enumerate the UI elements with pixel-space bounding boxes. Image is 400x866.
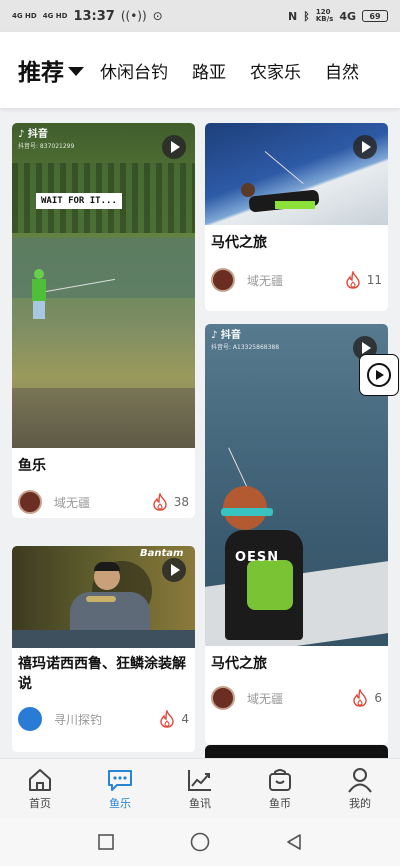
nav-me-label: 我的 [349,796,371,810]
back-triangle-icon[interactable] [284,832,304,852]
like-count[interactable]: 6 [352,689,382,707]
nav-fishcoin[interactable]: 鱼币 [240,759,320,818]
video-card-partial[interactable] [205,745,388,758]
avatar[interactable] [211,268,235,292]
video-thumbnail[interactable]: ♪ 抖音 抖音号: 837021299 WAIT FOR IT... [12,123,195,448]
watermark-id: 抖音号: 837021299 [18,143,75,150]
video-card[interactable]: Bantam 禧玛诺西西鲁、狂鳞涂装解说 寻川探钓 4 [12,546,195,752]
wallet-bag-icon[interactable] [266,767,294,793]
like-count[interactable]: 11 [345,271,382,289]
watermark-brand: 抖音 [27,129,48,140]
card-title[interactable]: 马代之旅 [205,654,388,674]
flame-icon[interactable] [152,493,168,511]
bottom-nav: 首页 鱼乐 鱼讯 鱼币 我的 [0,758,400,818]
author-name[interactable]: 域无疆 [247,272,283,289]
net-speed-unit: KB/s [315,15,334,23]
chat-bubble-icon[interactable] [106,767,134,793]
author-name[interactable]: 域无疆 [54,494,90,511]
nav-fishfun-label: 鱼乐 [109,796,131,810]
nav-home-label: 首页 [29,796,51,810]
video-card[interactable]: 马代之旅 域无疆 11 [205,123,388,311]
tab-farmhouse[interactable]: 农家乐 [250,58,301,83]
card-meta: 域无疆 6 [211,686,382,710]
avatar[interactable] [18,707,42,731]
author-name[interactable]: 域无疆 [247,690,283,707]
status-bar: 4G HD 4G HD 13:37 ((•)) ⊙ N ᛒ 120 KB/s 4… [0,0,400,32]
floating-play-button[interactable] [359,354,399,396]
play-icon[interactable] [162,558,186,582]
tab-nature[interactable]: 自然 [325,58,359,83]
battery-icon: 69 [362,10,388,22]
card-title[interactable]: 鱼乐 [12,456,195,476]
system-nav-bar [0,818,400,866]
caret-down-icon[interactable] [68,66,84,76]
tab-recommend[interactable]: 推荐 [18,53,84,87]
signal-2: 4G HD [42,12,68,20]
flame-icon[interactable] [345,271,361,289]
home-icon[interactable] [26,767,54,793]
nav-fishfun[interactable]: 鱼乐 [80,759,160,818]
card-meta: 寻川探钓 4 [18,707,189,731]
like-number: 6 [374,691,382,705]
signal-1: 4G HD [12,12,37,20]
flame-icon[interactable] [352,689,368,707]
card-meta: 域无疆 11 [211,268,382,292]
tab-recommend-label: 推荐 [18,60,64,86]
tab-lure[interactable]: 路亚 [192,58,226,83]
video-thumbnail[interactable] [205,123,388,225]
user-icon[interactable] [346,767,374,793]
bluetooth-icon: ᛒ [303,9,310,23]
play-icon[interactable] [162,135,186,159]
video-caption-overlay: WAIT FOR IT... [36,193,122,209]
nav-fishnews[interactable]: 鱼讯 [160,759,240,818]
video-thumbnail[interactable]: Bantam [12,546,195,648]
battery-level: 69 [369,11,381,21]
author-name[interactable]: 寻川探钓 [54,711,102,728]
douyin-watermark: ♪ 抖音 抖音号: 837021299 [18,129,74,153]
nav-home[interactable]: 首页 [0,759,80,818]
recent-apps-icon[interactable] [96,832,116,852]
category-tabs: 推荐 休闲台钓 路亚 农家乐 自然 [0,32,400,108]
hotspot-icon: ((•)) [120,9,147,23]
video-card[interactable]: ♪ 抖音 抖音号: 837021299 WAIT FOR IT... 鱼乐 域无… [12,123,195,518]
avatar[interactable] [18,490,42,514]
network-type: 4G [339,9,356,23]
tab-leisure-fishing[interactable]: 休闲台钓 [100,58,168,83]
like-count[interactable]: 4 [159,710,189,728]
nav-fishcoin-label: 鱼币 [269,796,291,810]
play-circle-icon[interactable] [366,362,392,388]
flame-icon[interactable] [159,710,175,728]
watermark-id: 抖音号: A13325868388 [211,344,280,351]
like-count[interactable]: 38 [152,493,189,511]
card-title[interactable]: 禧玛诺西西鲁、狂鳞涂装解说 [12,654,195,694]
nav-me[interactable]: 我的 [320,759,400,818]
shirt-text: OESN [235,550,280,565]
brand-overlay: Bantam [140,548,184,559]
like-number: 11 [366,273,382,287]
video-feed[interactable]: ♪ 抖音 抖音号: 837021299 WAIT FOR IT... 鱼乐 域无… [0,108,400,758]
settings-dot-icon: ⊙ [152,9,163,23]
nav-fishnews-label: 鱼讯 [189,796,211,810]
clock: 13:37 [73,8,115,24]
home-circle-icon[interactable] [189,831,211,853]
play-icon[interactable] [353,135,377,159]
trend-chart-icon[interactable] [186,767,214,793]
like-number: 38 [173,495,189,509]
watermark-brand: 抖音 [220,330,241,341]
card-meta: 域无疆 38 [18,490,189,514]
avatar[interactable] [211,686,235,710]
nfc-icon: N [288,9,298,23]
douyin-watermark: ♪ 抖音 抖音号: A13325868388 [211,330,279,354]
card-title[interactable]: 马代之旅 [205,233,388,253]
like-number: 4 [181,712,189,726]
